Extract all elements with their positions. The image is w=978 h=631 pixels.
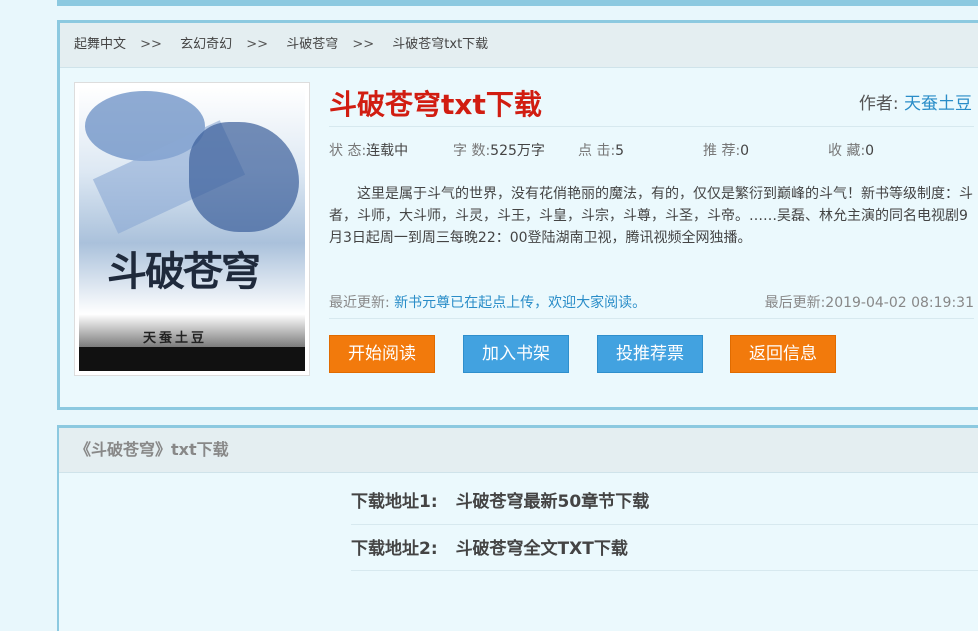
breadcrumb-separator: >> <box>352 37 375 52</box>
cover-author-stamp: 天蚕土豆 <box>143 331 208 346</box>
breadcrumb: 起舞中文 >> 玄幻奇幻 >> 斗破苍穹 >> 斗破苍穹txt下载 <box>60 23 978 68</box>
breadcrumb-item-book[interactable]: 斗破苍穹 <box>286 37 338 52</box>
last-update: 最后更新:2019-04-02 08:19:31 <box>764 295 974 311</box>
recent-update-link[interactable]: 新书元尊已在起点上传，欢迎大家阅读。 <box>394 295 646 311</box>
book-info-panel: 起舞中文 >> 玄幻奇幻 >> 斗破苍穹 >> 斗破苍穹txt下载 斗破苍穹 天… <box>57 20 978 410</box>
download-label: 下载地址1: <box>351 492 438 512</box>
recent-update-label: 最近更新: <box>329 295 390 311</box>
download-link-1[interactable]: 斗破苍穹最新50章节下载 <box>456 492 650 512</box>
divider <box>351 524 978 525</box>
download-item: 下载地址2: 斗破苍穹全文TXT下载 <box>351 534 978 559</box>
cover-title: 斗破苍穹 <box>107 248 261 295</box>
divider <box>329 126 974 127</box>
stat-words: 字 数:525万字 <box>453 143 545 159</box>
book-cover[interactable]: 斗破苍穹 天蚕土豆 <box>74 82 310 376</box>
download-link-2[interactable]: 斗破苍穹全文TXT下载 <box>456 539 628 559</box>
back-to-info-button[interactable]: 返回信息 <box>730 335 836 373</box>
author-link[interactable]: 天蚕土豆 <box>904 94 972 114</box>
update-row: 最近更新: 新书元尊已在起点上传，欢迎大家阅读。 最后更新:2019-04-02… <box>329 292 974 312</box>
add-to-shelf-button[interactable]: 加入书架 <box>463 335 569 373</box>
download-item: 下载地址1: 斗破苍穹最新50章节下载 <box>351 487 978 512</box>
stat-status: 状 态:连载中 <box>329 143 409 159</box>
divider <box>329 318 974 319</box>
book-title: 斗破苍穹txt下载 <box>329 88 542 121</box>
book-description: 这里是属于斗气的世界，没有花俏艳丽的魔法，有的，仅仅是繁衍到巅峰的斗气！新书等级… <box>329 186 973 246</box>
author-label: 作者: <box>858 94 899 114</box>
divider <box>351 570 978 571</box>
stat-favorites: 收 藏:0 <box>828 143 875 159</box>
top-bar <box>57 0 978 6</box>
stat-clicks: 点 击:5 <box>578 143 625 159</box>
start-reading-button[interactable]: 开始阅读 <box>329 335 435 373</box>
download-panel: 《斗破苍穹》txt下载 下载地址1: 斗破苍穹最新50章节下载 下载地址2: 斗… <box>57 425 978 631</box>
vote-button[interactable]: 投推荐票 <box>597 335 703 373</box>
breadcrumb-item-site[interactable]: 起舞中文 <box>74 37 126 52</box>
download-header: 《斗破苍穹》txt下载 <box>59 428 978 473</box>
cover-art: 斗破苍穹 天蚕土豆 <box>79 87 305 371</box>
breadcrumb-separator: >> <box>246 37 269 52</box>
author-row: 作者: 天蚕土豆 <box>859 89 972 114</box>
download-label: 下载地址2: <box>351 539 438 559</box>
breadcrumb-item-current: 斗破苍穹txt下载 <box>392 37 489 52</box>
breadcrumb-item-category[interactable]: 玄幻奇幻 <box>180 37 232 52</box>
stat-recommend: 推 荐:0 <box>703 143 750 159</box>
breadcrumb-separator: >> <box>140 37 162 52</box>
